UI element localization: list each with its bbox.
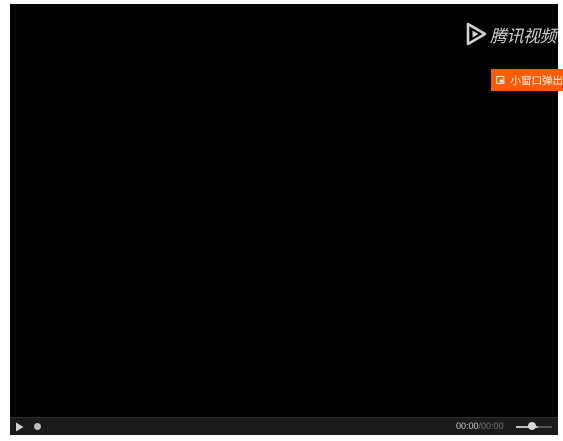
popout-window-button[interactable]: 小窗口弹出 (491, 69, 563, 91)
volume-slider-remaining[interactable] (538, 426, 552, 428)
volume-handle[interactable] (528, 422, 536, 430)
tencent-video-logo-icon (466, 22, 487, 46)
time-display: 00:00/00:00 (456, 421, 504, 432)
popout-window-icon (496, 75, 505, 85)
video-player: 腾讯视频 小窗口弹出 00:00/00:00 (10, 4, 563, 435)
progress-bar[interactable] (35, 426, 435, 428)
page: 腾讯视频 小窗口弹出 00:00/00:00 (0, 0, 563, 441)
time-total: 00:00 (481, 421, 504, 431)
logo-text: 腾讯视频 (490, 26, 557, 46)
video-area[interactable] (10, 4, 558, 417)
time-current: 00:00 (456, 421, 479, 431)
tencent-video-logo: 腾讯视频 (464, 22, 557, 46)
play-icon[interactable] (15, 422, 24, 432)
popout-window-label: 小窗口弹出 (510, 74, 563, 87)
control-bar: 00:00/00:00 (10, 417, 558, 435)
progress-handle[interactable] (34, 423, 41, 430)
